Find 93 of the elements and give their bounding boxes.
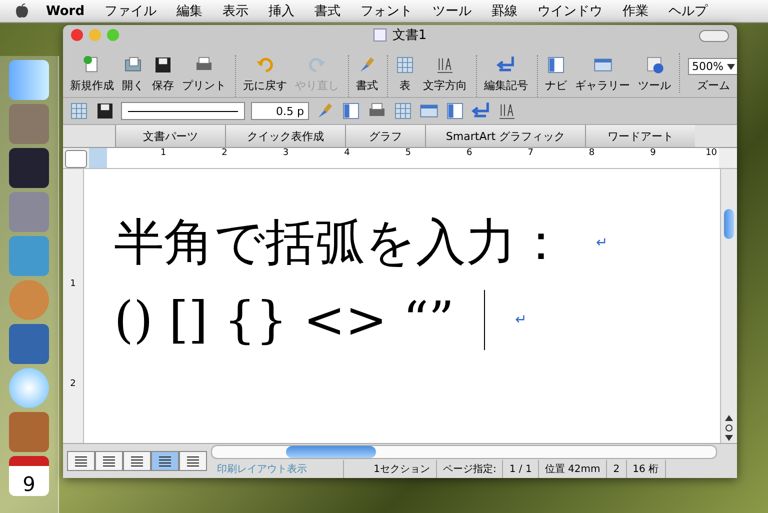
line-number: 2 — [607, 460, 627, 478]
view-button[interactable] — [67, 451, 95, 471]
line-weight-field[interactable]: 0.5 p — [251, 102, 309, 120]
app-menu[interactable]: Word — [36, 4, 95, 18]
toolbar-button[interactable]: 編集記号 — [476, 55, 531, 97]
gallery-tab[interactable]: 文書パーツ — [115, 125, 225, 147]
text-direction-icon — [497, 101, 517, 121]
ruler-number: 2 — [220, 148, 228, 160]
toolbar-button[interactable]: 保存 — [149, 55, 177, 97]
ruler-number: 1 — [70, 279, 76, 289]
calendar-icon[interactable]: 9 — [9, 456, 49, 496]
toolbar-button[interactable]: ギャラリー — [572, 55, 633, 97]
toolbox-icon — [644, 55, 664, 75]
tab-selector-button[interactable] — [65, 150, 87, 168]
menu-item[interactable]: 書式 — [304, 2, 351, 20]
page-label: ページ指定: — [437, 460, 504, 478]
lines-icon — [158, 455, 172, 467]
toolbar-button[interactable]: ツール — [635, 55, 674, 97]
table-icon — [395, 55, 415, 75]
ruler-number: 2 — [70, 379, 76, 389]
ruler-number: 3 — [282, 148, 290, 160]
window-title: 文書1 — [392, 27, 427, 44]
menu-item[interactable]: ウインドウ — [528, 2, 613, 20]
toolbar-button[interactable]: 元に戻す — [235, 55, 290, 97]
save-icon — [153, 55, 173, 75]
view-button[interactable] — [179, 451, 207, 471]
line-style-dropdown[interactable] — [121, 102, 245, 120]
zoom-label: ズーム — [696, 78, 730, 93]
apple-logo-icon[interactable] — [14, 3, 30, 19]
lines-icon — [102, 455, 116, 467]
menu-item[interactable]: 挿入 — [258, 2, 305, 20]
ruler-number: 1 — [159, 148, 168, 160]
page-count: 1 / 1 — [503, 460, 539, 478]
menu-item[interactable]: フォント — [350, 2, 423, 20]
zoom-button[interactable] — [107, 29, 119, 41]
lines-icon — [186, 455, 200, 467]
toolbar-button[interactable]: ナビ — [537, 55, 570, 97]
menu-item[interactable]: 編集 — [166, 2, 213, 20]
ruler-number: 5 — [404, 148, 412, 160]
toolbar-button[interactable]: 開く — [119, 55, 147, 97]
view-button[interactable] — [123, 451, 151, 471]
position-label: 位置 42mm — [538, 460, 608, 478]
paragraph-mark: ↵ — [596, 234, 608, 250]
toolbar-button[interactable]: プリント — [179, 55, 229, 97]
gallery-tab[interactable]: SmartArt グラフィック — [425, 125, 585, 147]
zoom-field[interactable]: 500% — [688, 58, 737, 75]
table-icon — [393, 101, 413, 121]
ruler-number: 6 — [465, 148, 474, 160]
menu-item[interactable]: ファイル — [94, 2, 167, 20]
text-direction-icon — [435, 55, 455, 75]
view-button[interactable] — [151, 451, 179, 471]
document-icon — [373, 28, 388, 42]
horizontal-scrollbar[interactable] — [211, 445, 717, 459]
paragraph-mark: ↵ — [515, 312, 527, 328]
table-icon — [69, 101, 89, 121]
document-text: 半角で括弧を入力： — [114, 212, 566, 273]
menu-item[interactable]: 罫線 — [482, 2, 528, 20]
view-mode-label: 印刷レイアウト表示 — [211, 460, 344, 478]
ruler-number: 4 — [343, 148, 351, 160]
sidebar-icon — [546, 55, 566, 75]
undo-icon — [255, 55, 275, 75]
toolbar-button[interactable]: 新規作成 — [67, 55, 117, 97]
section-label: 1セクション — [344, 460, 437, 478]
scrollbar-thumb[interactable] — [724, 209, 734, 239]
toolbar-button[interactable]: 表 — [387, 55, 418, 97]
menu-item[interactable]: ツール — [422, 2, 482, 20]
gallery-tab[interactable]: ワードアート — [585, 125, 695, 147]
close-button[interactable] — [71, 29, 83, 41]
toolbar-button[interactable]: 文字方向 — [420, 55, 470, 97]
menu-item[interactable]: ヘルプ — [658, 2, 718, 20]
ruler-number: 7 — [526, 148, 534, 160]
lines-icon — [74, 455, 88, 467]
text-cursor — [484, 290, 486, 350]
ruler-number: 8 — [588, 148, 596, 160]
lines-icon — [130, 455, 144, 467]
redo-icon — [307, 55, 327, 75]
save-icon — [95, 101, 115, 121]
menu-item[interactable]: 作業 — [612, 2, 659, 20]
ruler-number: 10 — [704, 148, 718, 160]
gallery-tab[interactable]: グラフ — [345, 125, 425, 147]
column-number: 16 桁 — [626, 460, 666, 478]
caret-icon[interactable] — [726, 64, 735, 70]
scroll-arrows-icon[interactable] — [724, 413, 734, 443]
toolbar-toggle-button[interactable] — [699, 30, 729, 42]
sidebar-icon — [445, 101, 465, 121]
document-text: () [] {} <> “” — [114, 291, 454, 349]
sidebar-icon — [341, 101, 361, 121]
gallery-tab[interactable]: クイック表作成 — [225, 125, 345, 147]
view-button[interactable] — [95, 451, 123, 471]
menu-item[interactable]: 表示 — [212, 2, 259, 20]
ruler-number: 9 — [649, 148, 657, 160]
toolbar-button[interactable]: 書式 — [348, 55, 381, 97]
vertical-scrollbar[interactable] — [720, 169, 737, 443]
